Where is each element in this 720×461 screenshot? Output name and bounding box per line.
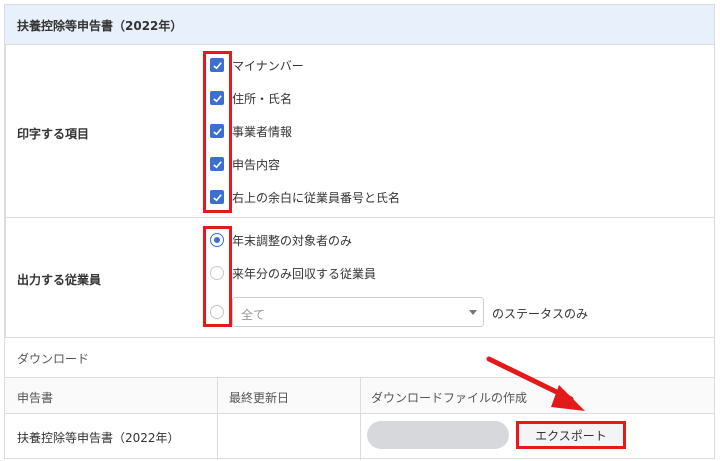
checkbox-row-employee-number[interactable]: 右上の余白に従業員番号と氏名 [210,187,400,207]
status-select[interactable]: 全て [232,297,484,327]
label-column-divider [5,45,6,337]
column-header-document: 申告書 [17,391,54,405]
checkbox-label: 申告内容 [232,157,281,172]
radio-row-next-year[interactable]: 来年分のみ回収する従業員 [210,263,376,283]
checkbox-label: マイナンバー [232,58,304,73]
radio-label: 年末調整の対象者のみ [232,233,353,248]
export-progress-bar [367,421,509,449]
chevron-down-icon [469,310,477,315]
arrow-annotation-icon [486,356,585,411]
radio-highlight [203,226,232,327]
checkbox-label: 住所・氏名 [232,91,293,106]
column-divider [217,377,218,460]
status-select-value: 全て [241,308,266,322]
checkbox-label: 右上の余白に従業員番号と氏名 [232,190,401,205]
section-divider [5,337,714,338]
column-header-last-updated: 最終更新日 [229,391,290,405]
panel-title: 扶養控除等申告書（2022年） [17,19,183,33]
print-items-label: 印字する項目 [17,127,90,141]
panel-header: 扶養控除等申告書（2022年） [5,5,714,45]
status-suffix: のステータスのみ [492,307,589,321]
checkbox-highlight [203,51,232,213]
download-title: ダウンロード [17,352,90,366]
employees-label: 出力する従業員 [17,273,102,287]
column-divider [360,377,361,460]
radio-label: 来年分のみ回収する従業員 [232,266,377,281]
section-divider [5,217,714,218]
export-button[interactable]: エクスポート [516,421,626,449]
document-name: 扶養控除等申告書（2022年） [17,431,180,445]
form-panel: 扶養控除等申告書（2022年） 印字する項目 マイナンバー 住所・氏名 事業者情… [4,4,715,460]
checkbox-label: 事業者情報 [232,124,293,139]
